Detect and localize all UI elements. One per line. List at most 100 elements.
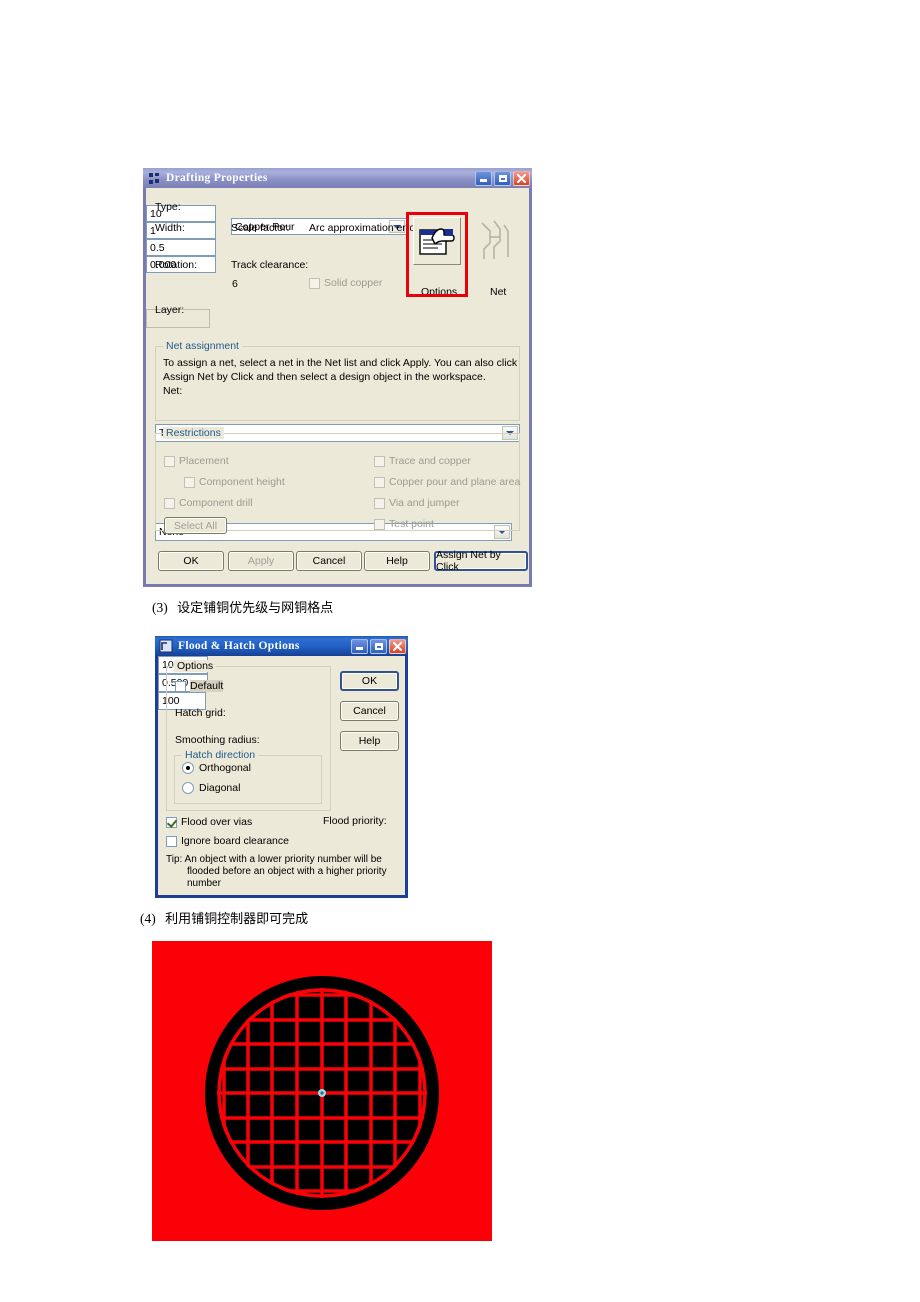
origin-crosshair-icon [318, 1089, 326, 1097]
net-trace-icon [481, 220, 509, 259]
net-assignment-group-label: Net assignment [163, 340, 242, 352]
solid-copper-checkbox[interactable]: Solid copper [309, 277, 382, 289]
type-label: Type: [155, 201, 181, 213]
window-controls [351, 638, 406, 654]
width-label: Width: [155, 222, 185, 234]
close-icon[interactable] [389, 638, 406, 654]
help-button[interactable]: Help [364, 551, 430, 571]
test-point-checkbox[interactable]: Test point [374, 518, 434, 530]
cancel-button[interactable]: Cancel [340, 701, 399, 721]
minimize-icon[interactable] [475, 170, 492, 186]
flood-over-vias-label: Flood over vias [181, 816, 253, 828]
cancel-button[interactable]: Cancel [296, 551, 362, 571]
flood-over-vias-checkbox[interactable]: Flood over vias [166, 816, 252, 828]
diagonal-radio[interactable]: Diagonal [182, 782, 240, 794]
solid-copper-label: Solid copper [324, 277, 383, 289]
options-tool-button[interactable] [413, 217, 461, 265]
assign-net-by-click-button[interactable]: Assign Net by Click [434, 549, 528, 573]
checkbox-box [166, 835, 177, 847]
default-checkbox[interactable]: Default [175, 680, 224, 692]
trace-and-copper-label: Trace and copper [389, 455, 471, 467]
layer-label: Layer: [155, 304, 185, 316]
step3-number: (3) [152, 600, 168, 615]
arc-approximation-value: 0.5 [150, 241, 165, 254]
rotation-label: Rotation: [155, 259, 198, 271]
flood-hatch-title: Flood & Hatch Options [178, 640, 300, 652]
select-all-button[interactable]: Select All [164, 517, 227, 534]
ok-label: OK [361, 675, 378, 687]
maximize-icon[interactable] [370, 638, 387, 654]
diagonal-label: Diagonal [199, 782, 241, 794]
apply-button[interactable]: Apply [228, 551, 294, 571]
component-height-checkbox[interactable]: Component height [184, 476, 285, 488]
via-and-jumper-label: Via and jumper [389, 497, 460, 509]
ok-button[interactable]: OK [158, 551, 224, 571]
tip-line3: number [187, 878, 221, 889]
options-group-label: Options [174, 660, 217, 672]
ok-button[interactable]: OK [340, 671, 399, 691]
arc-approximation-input[interactable]: 0.5 [146, 239, 216, 256]
step3-text: 设定铺铜优先级与网铜格点 [177, 601, 334, 616]
flood-hatch-options-dialog[interactable]: Flood & Hatch Options Options Default Ha… [155, 636, 408, 898]
hatch-grid-label: Hatch grid: [175, 707, 226, 719]
placement-checkbox[interactable]: Placement [164, 455, 229, 467]
checkbox-box [164, 497, 175, 509]
flood-hatch-icon [159, 639, 174, 654]
placement-label: Placement [179, 455, 229, 467]
orthogonal-radio[interactable]: Orthogonal [182, 762, 251, 774]
component-drill-label: Component drill [179, 497, 253, 509]
net-tool-label: Net [490, 286, 507, 298]
net-tool-button[interactable] [470, 217, 518, 265]
checkbox-box [184, 476, 195, 488]
via-and-jumper-checkbox[interactable]: Via and jumper [374, 497, 459, 509]
ignore-board-clearance-checkbox[interactable]: Ignore board clearance [166, 835, 289, 847]
checkbox-box [309, 277, 320, 289]
tip-line1: Tip: An object with a lower priority num… [166, 854, 382, 865]
cancel-label: Cancel [312, 555, 346, 567]
flood-priority-label: Flood priority: [323, 815, 387, 827]
drafting-properties-titlebar[interactable]: Drafting Properties [143, 168, 532, 188]
drafting-properties-dialog[interactable]: Drafting Properties Type: Copper Pour Wi… [143, 168, 532, 587]
scale-factor-label: Scale factor: [231, 222, 290, 234]
checkbox-box [175, 680, 186, 692]
drafting-properties-icon [147, 171, 162, 186]
apply-label: Apply [247, 555, 275, 567]
tip-line2: flooded before an object with a higher p… [187, 866, 387, 877]
copper-pour-result-graphic [152, 941, 492, 1241]
checkbox-box [374, 518, 385, 530]
help-label: Help [386, 555, 408, 567]
close-icon[interactable] [513, 170, 530, 186]
window-controls [475, 170, 530, 186]
help-button[interactable]: Help [340, 731, 399, 751]
checkbox-box [374, 476, 385, 488]
cancel-label: Cancel [353, 705, 386, 717]
radio-dot [182, 782, 194, 794]
minimize-icon[interactable] [351, 638, 368, 654]
default-label: Default [190, 680, 224, 692]
net-assignment-desc-line1: To assign a net, select a net in the Net… [163, 357, 518, 369]
radio-dot [182, 762, 194, 774]
help-label: Help [358, 735, 381, 747]
orthogonal-label: Orthogonal [199, 762, 251, 774]
track-clearance-value: 6 [232, 278, 238, 290]
options-tool-label: Options [421, 286, 458, 298]
copper-pour-plane-checkbox[interactable]: Copper pour and plane area [374, 476, 520, 488]
smoothing-radius-label: Smoothing radius: [175, 734, 260, 746]
arc-approximation-label: Arc approximation error: [309, 222, 422, 234]
checkbox-box [374, 455, 385, 467]
checkbox-box [164, 455, 175, 467]
step4-text: 利用铺铜控制器即可完成 [165, 912, 309, 927]
select-all-label: Select All [173, 519, 218, 532]
checkbox-box [374, 497, 385, 509]
net-assignment-desc-line2: Assign Net by Click and then select a de… [163, 371, 486, 383]
maximize-icon[interactable] [494, 170, 511, 186]
trace-and-copper-checkbox[interactable]: Trace and copper [374, 455, 471, 467]
step4-number: (4) [140, 911, 156, 926]
hatch-direction-group-label: Hatch direction [182, 749, 259, 761]
copper-pour-plane-label: Copper pour and plane area [389, 476, 521, 488]
flood-hatch-titlebar[interactable]: Flood & Hatch Options [155, 636, 408, 656]
drafting-properties-title: Drafting Properties [166, 172, 268, 184]
ignore-board-clearance-label: Ignore board clearance [181, 835, 289, 847]
component-drill-checkbox[interactable]: Component drill [164, 497, 253, 509]
component-height-label: Component height [199, 476, 285, 488]
